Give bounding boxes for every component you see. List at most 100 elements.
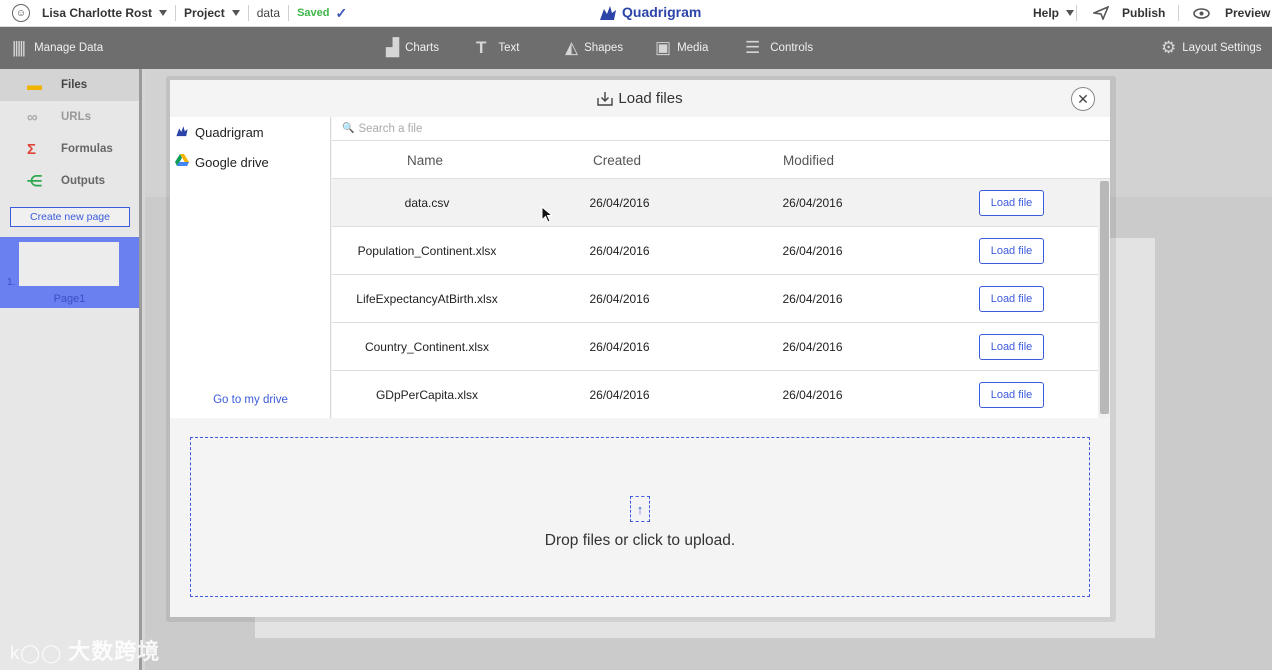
load-file-button[interactable]: Load file [979, 334, 1044, 360]
controls-button[interactable]: ☰ Controls [745, 27, 813, 69]
close-button[interactable]: ✕ [1071, 87, 1095, 111]
publish-label: Publish [1122, 6, 1166, 20]
quadrigram-icon [175, 124, 195, 140]
source-quadrigram[interactable]: Quadrigram [170, 117, 330, 147]
project-label: Project [184, 6, 225, 20]
file-name-cell: LifeExpectancyAtBirth.xlsx [356, 292, 498, 306]
divider [175, 5, 177, 21]
media-icon: ▣ [655, 38, 672, 57]
avatar: ☺ [12, 4, 30, 22]
eye-icon [1193, 7, 1210, 19]
sidebar-item-formulas[interactable]: Σ Formulas [0, 133, 139, 165]
share-icon: ⋲ [27, 173, 42, 190]
download-icon [597, 92, 614, 106]
sidebar-item-outputs[interactable]: ⋲ Outputs [0, 165, 139, 197]
bar-chart-icon: ▟ [386, 38, 400, 57]
app-name: Quadrigram [622, 4, 702, 20]
divider [1178, 5, 1179, 21]
file-name-cell: Country_Continent.xlsx [364, 340, 490, 354]
column-header-created[interactable]: Created [593, 153, 641, 168]
charts-label: Charts [405, 42, 439, 54]
preview-button[interactable]: Preview [1193, 0, 1270, 27]
table-row[interactable]: Country_Continent.xlsx 26/04/2016 26/04/… [332, 323, 1098, 371]
layout-settings-button[interactable]: ⚙ Layout Settings [1161, 27, 1262, 69]
saved-label: Saved [297, 7, 330, 19]
user-menu[interactable]: ☺ Lisa Charlotte Rost [0, 0, 168, 27]
help-label: Help [1033, 6, 1060, 20]
load-file-button[interactable]: Load file [979, 382, 1044, 408]
table-row[interactable]: GDpPerCapita.xlsx 26/04/2016 26/04/2016 … [332, 371, 1098, 418]
charts-button[interactable]: ▟ Charts [386, 27, 439, 69]
sidebar-item-label: URLs [61, 111, 92, 123]
watermark-icon: k◯◯ [10, 643, 69, 663]
top-bar: ☺ Lisa Charlotte Rost Project data Saved… [0, 0, 1272, 27]
modified-cell: 26/04/2016 [782, 340, 843, 354]
page-label: Page1 [53, 293, 86, 305]
modified-cell: 26/04/2016 [782, 388, 843, 402]
source-google-drive[interactable]: Google drive [170, 147, 330, 177]
load-file-button[interactable]: Load file [979, 190, 1044, 216]
text-icon: T [476, 38, 487, 57]
shapes-icon: ◭ [565, 38, 579, 57]
close-icon: ✕ [1077, 90, 1089, 107]
upload-dropzone[interactable]: ↑ Drop files or click to upload. [190, 437, 1090, 597]
table-row[interactable]: LifeExpectancyAtBirth.xlsx 26/04/2016 26… [332, 275, 1098, 323]
page-thumbnail-selected[interactable]: 1. Page1 [0, 237, 139, 308]
gear-icon: ⚙ [1161, 38, 1177, 57]
scrollbar[interactable] [1098, 179, 1110, 418]
modified-cell: 26/04/2016 [782, 244, 843, 258]
file-table-body: data.csv 26/04/2016 26/04/2016 Load file… [332, 179, 1098, 418]
sigma-icon: Σ [27, 140, 37, 158]
toolbar: ||||| Manage Data ▟ Charts T Text ◭ Shap… [0, 27, 1272, 69]
preview-label: Preview [1225, 6, 1271, 20]
modified-cell: 26/04/2016 [782, 292, 843, 306]
manage-data-button[interactable]: ||||| Manage Data [12, 27, 103, 69]
divider [288, 5, 290, 21]
sidebar-item-urls[interactable]: ∞ URLs [0, 101, 139, 133]
file-name[interactable]: data [257, 0, 280, 27]
column-header-name[interactable]: Name [407, 153, 443, 168]
column-header-modified[interactable]: Modified [783, 153, 834, 168]
table-header: Name Created Modified [332, 141, 1110, 179]
created-cell: 26/04/2016 [589, 244, 650, 258]
search-input[interactable]: 🔍 Search a file [332, 117, 1110, 141]
created-cell: 26/04/2016 [589, 388, 650, 402]
created-cell: 26/04/2016 [589, 292, 650, 306]
sliders-icon: ☰ [745, 38, 761, 57]
sidebar-item-files[interactable]: ▬ Files [0, 69, 139, 101]
layout-settings-label: Layout Settings [1182, 42, 1262, 54]
text-label: Text [498, 42, 520, 54]
modal-title: Load files [618, 90, 683, 107]
file-name-cell: GDpPerCapita.xlsx [375, 388, 479, 402]
media-button[interactable]: ▣ Media [655, 27, 708, 69]
load-files-modal: Load files ✕ Quadrigram Google drive Go … [170, 80, 1110, 617]
load-file-button[interactable]: Load file [979, 286, 1044, 312]
table-row[interactable]: Population_Continent.xlsx 26/04/2016 26/… [332, 227, 1098, 275]
file-name-cell: data.csv [404, 196, 450, 210]
project-menu[interactable]: Project [184, 0, 240, 27]
source-list: Quadrigram Google drive Go to my drive [170, 117, 331, 418]
create-page-button[interactable]: Create new page [10, 207, 130, 227]
columns-icon: ||||| [12, 38, 26, 57]
go-to-drive-link[interactable]: Go to my drive [170, 394, 331, 406]
source-label: Google drive [195, 154, 269, 170]
load-file-button[interactable]: Load file [979, 238, 1044, 264]
modal-header: Load files ✕ [170, 80, 1110, 117]
chevron-down-icon [159, 10, 168, 16]
table-row[interactable]: data.csv 26/04/2016 26/04/2016 Load file [332, 179, 1098, 227]
text-button[interactable]: T Text [476, 27, 519, 69]
watermark-logo: k◯◯ 大数跨境 [10, 634, 160, 666]
publish-button[interactable]: Publish [1093, 0, 1165, 27]
watermark-text: 大数跨境 [68, 639, 161, 664]
page-number: 1. [7, 277, 16, 288]
scrollbar-thumb[interactable] [1100, 181, 1109, 414]
shapes-button[interactable]: ◭ Shapes [565, 27, 623, 69]
divider [247, 5, 249, 21]
upload-icon: ↑ [630, 496, 650, 522]
sidebar-item-label: Outputs [61, 175, 106, 187]
created-cell: 26/04/2016 [589, 340, 650, 354]
user-name: Lisa Charlotte Rost [42, 6, 153, 20]
help-menu[interactable]: Help [1033, 0, 1075, 27]
dropzone-text: Drop files or click to upload. [544, 532, 736, 549]
mouse-cursor-icon [541, 206, 554, 223]
